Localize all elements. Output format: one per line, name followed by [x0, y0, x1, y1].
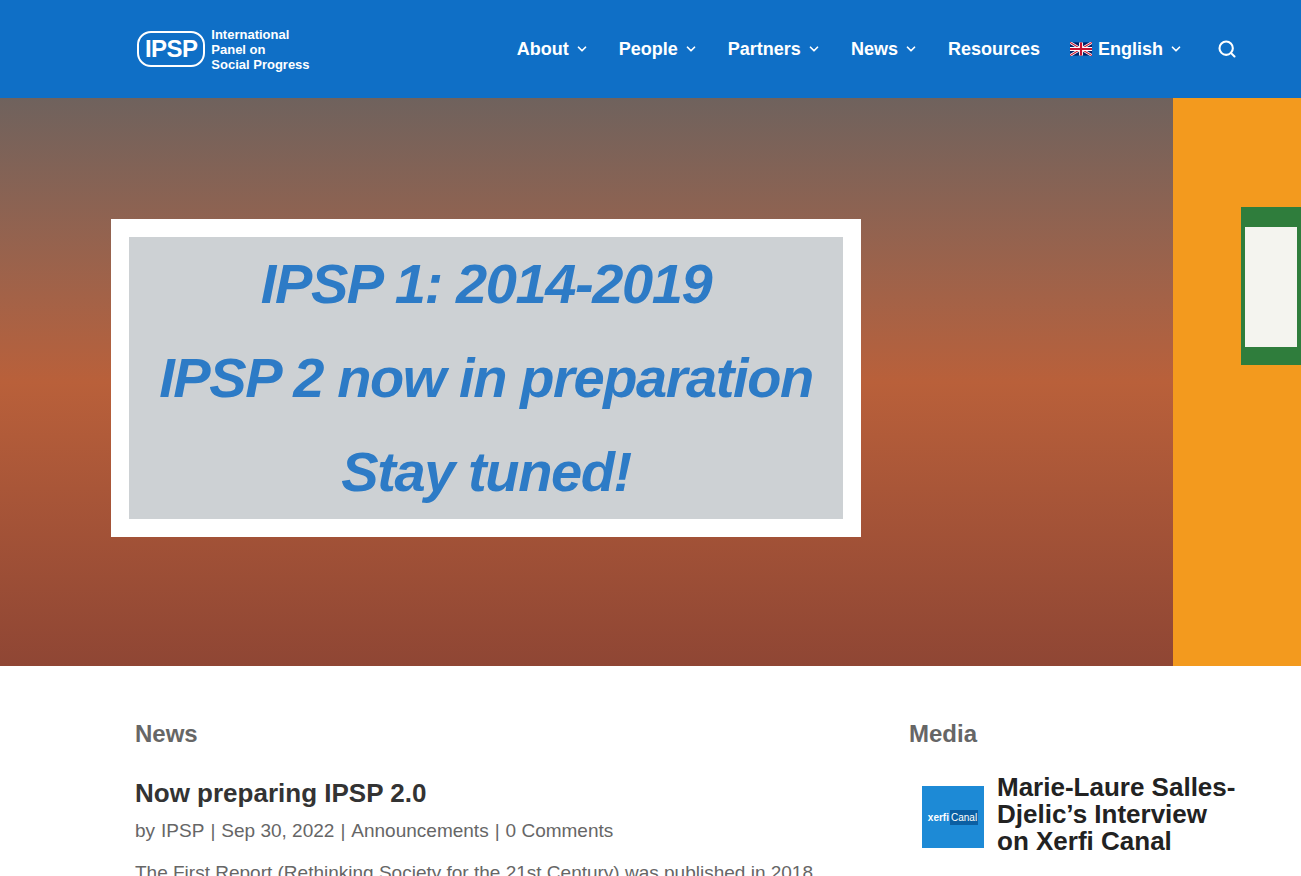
- logo-mark: IPSP: [137, 31, 205, 67]
- book-cover: [1241, 207, 1301, 365]
- hero-banner: IPSP 1: 2014-2019IPSP 2 now in preparati…: [111, 219, 861, 537]
- post-category[interactable]: Announcements: [351, 816, 488, 846]
- media-item[interactable]: xerfiCanalMarie-Laure Salles-Djelic’s In…: [909, 774, 1237, 855]
- chevron-down-icon: [807, 42, 821, 56]
- main-menu: About People Partners News Resources English: [517, 36, 1237, 63]
- chevron-down-icon: [575, 42, 589, 56]
- post-title[interactable]: Now preparing IPSP 2.0: [135, 776, 833, 810]
- logo-text: InternationalPanel onSocial Progress: [211, 27, 309, 72]
- nav-item[interactable]: Resources: [948, 36, 1040, 63]
- hero-line: IPSP 2 now in preparation: [159, 331, 813, 425]
- nav-item[interactable]: English: [1070, 36, 1183, 63]
- logo-line: International: [211, 27, 309, 42]
- media-heading: Media: [909, 718, 1237, 750]
- hero-banner-inner: IPSP 1: 2014-2019IPSP 2 now in preparati…: [129, 237, 843, 519]
- top-nav: IPSPInternationalPanel onSocial Progress…: [0, 0, 1301, 98]
- post-author[interactable]: IPSP: [161, 816, 204, 846]
- nav-item[interactable]: People: [619, 36, 698, 63]
- post-excerpt: The First Report (Rethinking Society for…: [135, 858, 833, 876]
- page: IPSPInternationalPanel onSocial Progress…: [0, 0, 1301, 876]
- media-title[interactable]: Marie-Laure Salles-Djelic’s Interview on…: [997, 774, 1237, 855]
- media-thumbnail: xerfiCanal: [922, 786, 984, 848]
- hero-line: IPSP 1: 2014-2019: [261, 237, 711, 331]
- post-comments[interactable]: 0 Comments: [506, 816, 614, 846]
- hero-side-strip: [1173, 98, 1301, 666]
- chevron-down-icon: [684, 42, 698, 56]
- content: News Now preparing IPSP 2.0 byIPSP|Sep 30,…: [0, 666, 1301, 876]
- chevron-down-icon: [1169, 42, 1183, 56]
- chevron-down-icon: [904, 42, 918, 56]
- logo-line: Panel on: [211, 42, 309, 57]
- nav-item[interactable]: News: [851, 36, 918, 63]
- nav-item[interactable]: Partners: [728, 36, 821, 63]
- media-column: Media xerfiCanalMarie-Laure Salles-Djelic…: [909, 718, 1237, 876]
- hero-line: Stay tuned!: [341, 425, 631, 519]
- logo-line: Social Progress: [211, 57, 309, 72]
- logo[interactable]: IPSPInternationalPanel onSocial Progress: [137, 27, 310, 72]
- hero: IPSP 1: 2014-2019IPSP 2 now in preparati…: [0, 98, 1301, 666]
- post-meta: byIPSP|Sep 30, 2022|Announcements|0 Comm…: [135, 816, 833, 846]
- news-column: News Now preparing IPSP 2.0 byIPSP|Sep 30,…: [135, 718, 833, 876]
- news-heading: News: [135, 718, 833, 750]
- post-date: Sep 30, 2022: [221, 816, 334, 846]
- nav-item[interactable]: About: [517, 36, 589, 63]
- uk-flag-icon: [1070, 42, 1092, 56]
- search-icon[interactable]: [1217, 39, 1237, 59]
